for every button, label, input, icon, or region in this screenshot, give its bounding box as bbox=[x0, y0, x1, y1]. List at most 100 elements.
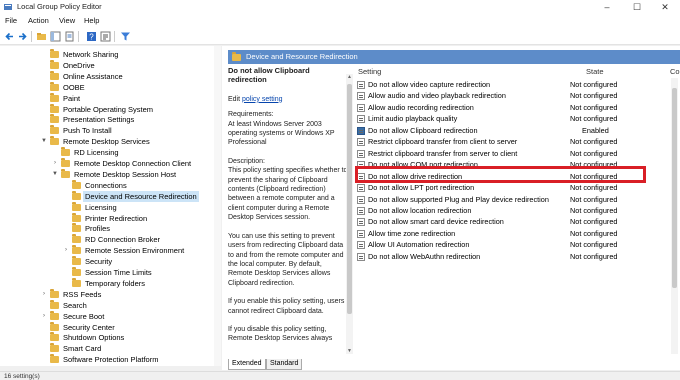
scroll-thumb[interactable] bbox=[672, 88, 677, 288]
requirements-text: Requirements: At least Windows Server 20… bbox=[228, 111, 335, 147]
chevron-right-icon[interactable]: › bbox=[40, 289, 48, 300]
tree-item-label: Licensing bbox=[85, 202, 117, 212]
policy-name: Do not allow smart card device redirecti… bbox=[368, 217, 504, 227]
forward-arrow-icon[interactable] bbox=[17, 31, 28, 42]
scroll-up-icon[interactable]: ▲ bbox=[346, 74, 353, 80]
column-header-state[interactable]: State bbox=[586, 66, 604, 78]
folder-icon bbox=[50, 343, 59, 353]
folder-icon bbox=[72, 245, 81, 255]
close-button[interactable]: ✕ bbox=[650, 0, 680, 14]
folder-icon bbox=[61, 168, 70, 178]
details-header-title: Device and Resource Redirection bbox=[246, 52, 358, 61]
policy-name: Do not allow location redirection bbox=[368, 205, 472, 215]
policy-state: Not configured bbox=[570, 194, 618, 204]
tree-item-label: Paint bbox=[63, 93, 81, 103]
folder-icon bbox=[50, 332, 59, 342]
tree-item-label: Security Center bbox=[63, 322, 115, 332]
filter-icon[interactable] bbox=[120, 31, 131, 42]
tree-item-label: Security bbox=[85, 257, 113, 267]
chevron-right-icon[interactable]: › bbox=[51, 158, 59, 169]
menu-action[interactable]: Action bbox=[28, 16, 49, 25]
policy-setting-icon bbox=[357, 195, 365, 204]
svg-text:?: ? bbox=[89, 33, 94, 42]
properties-icon[interactable] bbox=[100, 31, 111, 42]
settings-scrollbar[interactable] bbox=[671, 78, 678, 354]
folder-icon bbox=[50, 125, 59, 135]
scroll-down-icon[interactable]: ▼ bbox=[346, 348, 353, 354]
minimize-button[interactable]: – bbox=[592, 0, 622, 14]
tree-scrollbar[interactable] bbox=[214, 46, 221, 366]
folder-up-icon[interactable] bbox=[36, 31, 47, 42]
description-paragraph: If you disable this policy setting, Remo… bbox=[228, 325, 333, 343]
policy-row[interactable]: Do not allow Clipboard redirection Enable… bbox=[356, 125, 680, 136]
tree-item-label: Secure Boot bbox=[63, 311, 105, 321]
chevron-right-icon[interactable]: › bbox=[40, 311, 48, 322]
edit-policy-setting-link[interactable]: policy setting bbox=[242, 96, 282, 103]
menu-bar: File Action View Help bbox=[0, 14, 680, 28]
tree-item-label: Shutdown Options bbox=[63, 333, 125, 343]
back-arrow-icon[interactable] bbox=[4, 31, 15, 42]
status-text: 16 setting(s) bbox=[4, 373, 40, 380]
policy-state: Not configured bbox=[570, 217, 618, 227]
policy-setting-icon bbox=[357, 138, 365, 147]
menu-file[interactable]: File bbox=[5, 16, 17, 25]
scroll-thumb[interactable] bbox=[347, 84, 352, 314]
tree-item-label: Remote Desktop Services bbox=[63, 137, 150, 147]
column-header-setting[interactable]: Setting bbox=[358, 66, 381, 78]
tree-item-label: RSS Feeds bbox=[63, 289, 102, 299]
tree-item-label: Remote Desktop Connection Client bbox=[74, 159, 192, 168]
navigation-tree: Network Sharing OneDrive Online Assistance… bbox=[0, 46, 221, 366]
tree-item-label: RD Licensing bbox=[74, 148, 119, 158]
folder-icon bbox=[72, 256, 81, 266]
policy-row[interactable]: Allow audio recording redirection Not con… bbox=[356, 102, 680, 113]
policy-setting-icon bbox=[357, 252, 365, 261]
policy-setting-icon bbox=[357, 126, 365, 135]
policy-row[interactable]: Do not allow WebAuthn redirection Not con… bbox=[356, 251, 680, 262]
policy-state: Not configured bbox=[570, 91, 618, 101]
policy-row[interactable]: Do not allow smart card device redirecti… bbox=[356, 216, 680, 227]
policy-row[interactable]: Do not allow location redirection Not con… bbox=[356, 205, 680, 216]
chevron-down-icon[interactable]: ▼ bbox=[40, 136, 48, 147]
column-header-comment[interactable]: Co bbox=[670, 66, 680, 78]
folder-icon bbox=[50, 114, 59, 124]
menu-view[interactable]: View bbox=[59, 16, 75, 25]
edit-prefix: Edit bbox=[228, 95, 241, 103]
folder-icon bbox=[72, 190, 81, 200]
policy-name: Do not allow supported Plug and Play dev… bbox=[368, 194, 549, 204]
tree-item-label: RD Connection Broker bbox=[85, 235, 161, 245]
policy-row[interactable]: Do not allow video capture redirection No… bbox=[356, 79, 680, 90]
policy-row[interactable]: Do not allow supported Plug and Play dev… bbox=[356, 194, 680, 205]
folder-icon bbox=[232, 52, 241, 61]
tree-item-label: Profiles bbox=[85, 224, 111, 234]
description-paragraph: Description: This policy setting specifi… bbox=[228, 157, 348, 222]
policy-row[interactable]: Restrict clipboard transfer from server … bbox=[356, 148, 680, 159]
export-list-icon[interactable] bbox=[64, 31, 75, 42]
folder-icon bbox=[50, 59, 59, 69]
policy-row[interactable]: Limit audio playback quality Not configur… bbox=[356, 113, 680, 124]
policy-state: Not configured bbox=[570, 80, 618, 89]
description-scrollbar[interactable]: ▲ ▼ bbox=[346, 74, 353, 354]
policy-row[interactable]: Allow time zone redirection Not configure… bbox=[356, 228, 680, 239]
policy-row[interactable]: Restrict clipboard transfer from client … bbox=[356, 136, 680, 147]
show-hide-tree-icon[interactable] bbox=[50, 31, 61, 42]
chevron-right-icon[interactable]: › bbox=[62, 245, 70, 256]
policy-state: Not configured bbox=[570, 114, 618, 124]
policy-state: Not configured bbox=[570, 251, 618, 261]
policy-row[interactable]: Do not allow LPT port redirection Not con… bbox=[356, 182, 680, 193]
folder-icon bbox=[50, 81, 59, 91]
policy-row[interactable]: Allow UI Automation redirection Not confi… bbox=[356, 239, 680, 250]
help-icon[interactable]: ? bbox=[86, 31, 97, 42]
tree-item-label: Remote Desktop Session Host bbox=[74, 169, 177, 179]
tab-standard[interactable]: Standard bbox=[266, 359, 303, 370]
policy-state: Not configured bbox=[570, 148, 618, 158]
chevron-down-icon[interactable]: ▼ bbox=[51, 169, 59, 180]
tree-item-label: Online Assistance bbox=[63, 71, 123, 81]
folder-icon bbox=[61, 158, 70, 167]
policy-row[interactable]: Allow audio and video playback redirecti… bbox=[356, 90, 680, 101]
policy-setting-icon bbox=[357, 81, 365, 89]
menu-help[interactable]: Help bbox=[84, 16, 99, 25]
tab-extended[interactable]: Extended bbox=[228, 359, 266, 370]
policy-setting-icon bbox=[357, 115, 365, 124]
maximize-button[interactable]: ☐ bbox=[622, 0, 652, 14]
folder-icon bbox=[72, 234, 81, 244]
